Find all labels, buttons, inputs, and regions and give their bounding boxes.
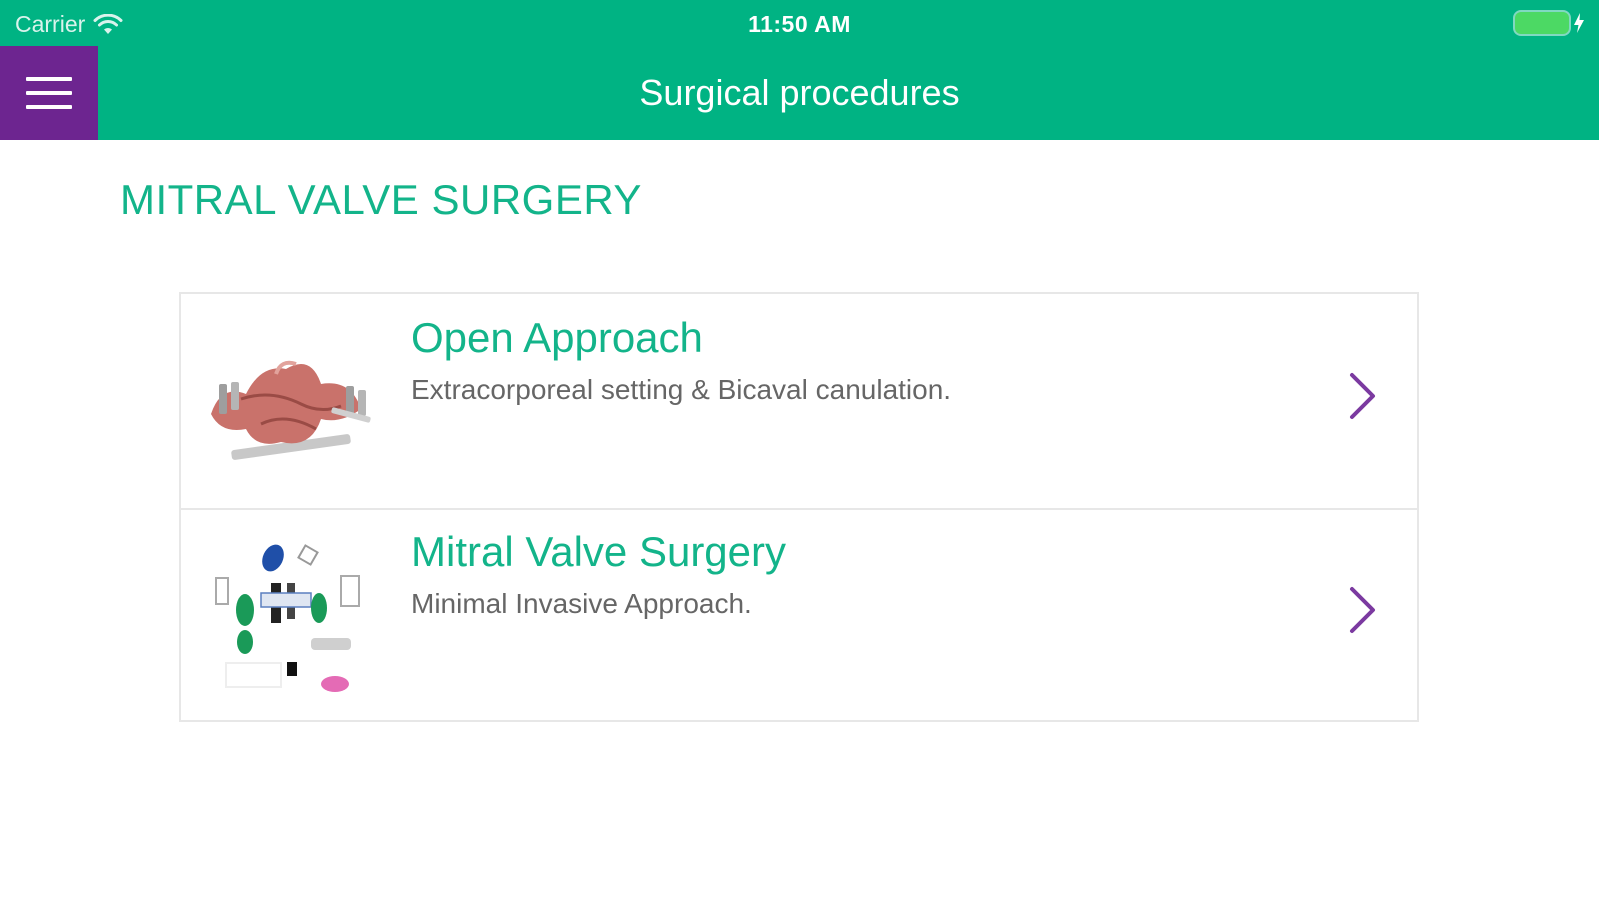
section-title: MITRAL VALVE SURGERY: [120, 176, 642, 223]
procedure-item-open-approach[interactable]: Open Approach Extracorporeal setting & B…: [181, 294, 1417, 510]
status-time: 11:50 AM: [748, 11, 851, 37]
menu-button[interactable]: [0, 46, 98, 140]
procedure-item-mitral-valve-surgery[interactable]: Mitral Valve Surgery Minimal Invasive Ap…: [181, 508, 1417, 722]
status-bar: Carrier 11:50 AM: [0, 0, 1599, 46]
battery-indicator: [1515, 12, 1585, 34]
heart-anatomy-thumbnail: [211, 360, 371, 460]
chevron-right-icon[interactable]: [1347, 586, 1377, 634]
page-title: Surgical procedures: [639, 72, 960, 113]
battery-icon: [1515, 12, 1569, 34]
procedure-subtitle: Extracorporeal setting & Bicaval canulat…: [411, 374, 952, 405]
procedure-subtitle: Minimal Invasive Approach.: [411, 588, 752, 619]
procedure-list: Open Approach Extracorporeal setting & B…: [179, 292, 1419, 722]
procedure-title: Open Approach: [411, 314, 703, 361]
surgical-setup-thumbnail: [215, 544, 360, 692]
chevron-right-icon[interactable]: [1347, 372, 1377, 420]
charging-bolt-icon: [1574, 13, 1584, 33]
navigation-bar: Surgical procedures: [0, 46, 1599, 140]
hamburger-menu-icon: [26, 77, 72, 109]
procedure-title: Mitral Valve Surgery: [411, 528, 787, 575]
